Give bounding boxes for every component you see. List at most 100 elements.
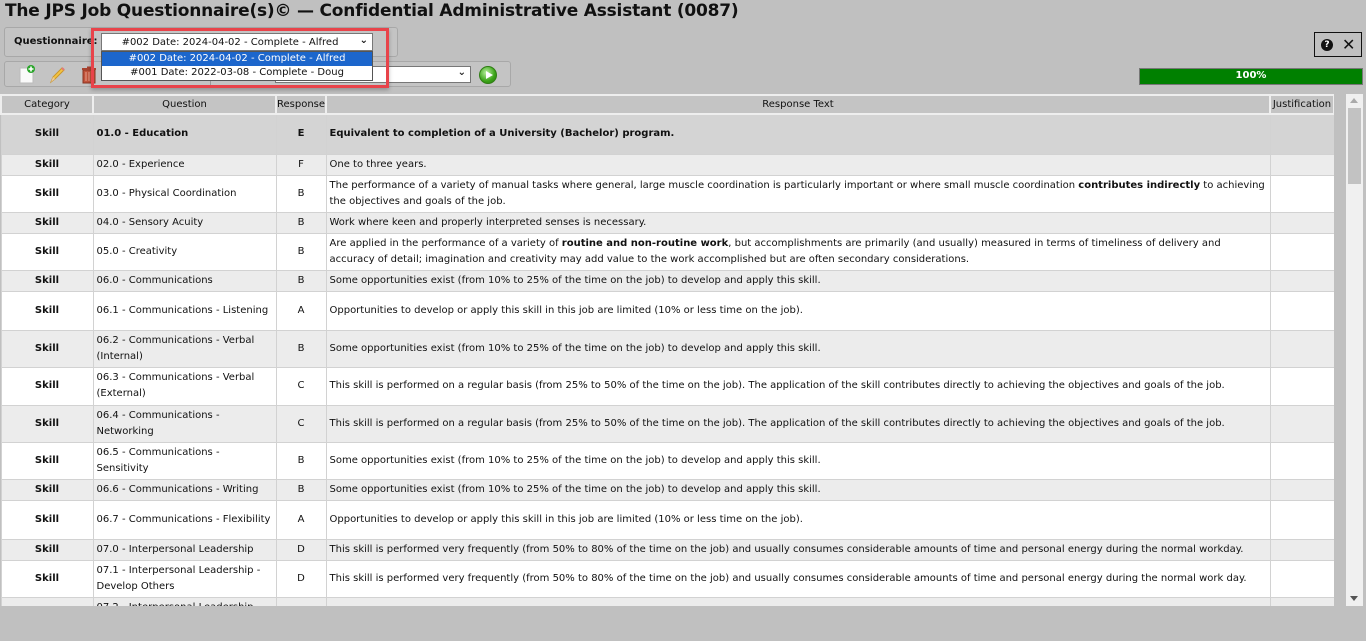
new-document-icon[interactable] — [17, 65, 37, 85]
table-row[interactable]: Skill07.2 - Interpersonal Leadership - W… — [0, 596, 1334, 606]
category-cell: Skill — [0, 232, 94, 271]
question-cell: 06.3 - Communications - Verbal (External… — [92, 366, 277, 406]
response-cell: B — [275, 174, 327, 213]
text-segment: Are applied in the performance of a vari… — [329, 237, 562, 249]
scroll-down-arrow-icon[interactable] — [1350, 596, 1358, 601]
table-row[interactable]: Skill 03.0 - Physical Coordination B The pe… — [0, 174, 1334, 213]
table-row[interactable]: Skill 06.0 - Communications B Some opportun… — [0, 269, 1334, 292]
category-cell: Skill — [0, 153, 94, 176]
response-text-cell: Some opportunities exist (from 10% to 25… — [325, 329, 1271, 368]
question-cell: 07.1 - Interpersonal Leadership - Develo… — [92, 559, 277, 598]
questionnaire-select[interactable]: #002 Date: 2024-04-02 - Complete - Alfre… — [101, 33, 373, 51]
question-cell: 06.7 - Communications - Flexibility — [92, 499, 277, 540]
response-cell: B — [275, 232, 327, 271]
questionnaire-table: Category Question Response Response Text… — [0, 94, 1334, 606]
help-icon[interactable]: ? — [1321, 39, 1333, 51]
response-text-cell: Opportunities to develop or apply this s… — [325, 290, 1271, 331]
edit-pencil-icon[interactable] — [47, 65, 67, 85]
close-icon[interactable]: ✕ — [1342, 35, 1355, 54]
column-header-category[interactable]: Category — [0, 94, 94, 115]
justification-cell — [1269, 211, 1334, 234]
progress-bar: 100% — [1139, 68, 1363, 85]
page-title: The JPS Job Questionnaire(s)© — Confiden… — [5, 1, 739, 21]
question-cell: 06.2 - Communications - Verbal (Internal… — [92, 329, 277, 368]
questionnaire-label: Questionnaire: — [14, 36, 98, 47]
column-header-response-text[interactable]: Response Text — [325, 94, 1271, 115]
table-row[interactable]: Skill 06.2 - Communications - Verbal (Int… — [0, 329, 1334, 368]
category-cell: Skill — [0, 329, 94, 368]
category-cell: Skill — [0, 478, 94, 501]
delete-trash-icon[interactable] — [79, 65, 99, 85]
response-text-cell: This skill is performed very frequently … — [325, 559, 1271, 598]
response-cell: C — [275, 404, 327, 443]
text-segment: The performance of a variety of manual t… — [329, 179, 1079, 191]
category-cell: Skill — [0, 499, 94, 540]
questionnaire-option[interactable]: #002 Date: 2024-04-02 - Complete - Alfre… — [102, 52, 372, 66]
chevron-down-icon: ⌄ — [359, 35, 368, 46]
emphasis-text: routine and non-routine work — [561, 237, 729, 249]
response-cell: A — [275, 499, 327, 540]
response-text-cell: This skill is performed very frequently … — [325, 596, 1271, 606]
justification-cell — [1269, 538, 1334, 561]
table-row[interactable]: Skill 06.1 - Communications - Listening A O… — [0, 290, 1334, 331]
table-row[interactable]: Skill 06.7 - Communications - Flexibility… — [0, 499, 1334, 540]
response-cell: F — [275, 153, 327, 176]
question-cell: 07.2 - Interpersonal Leadership - Withou… — [92, 596, 277, 606]
response-text-cell: This skill is performed very frequently … — [325, 538, 1271, 561]
go-play-button[interactable] — [479, 66, 497, 84]
questionnaire-table-container: Category Question Response Response Text… — [0, 94, 1334, 606]
response-cell: D — [275, 538, 327, 561]
question-cell: 06.1 - Communications - Listening — [92, 290, 277, 331]
questionnaire-dropdown-list: #002 Date: 2024-04-02 - Complete - Alfre… — [101, 51, 373, 81]
table-row[interactable]: Skill 06.6 - Communications - Writing B Som… — [0, 478, 1334, 501]
response-cell: D — [275, 559, 327, 598]
table-row[interactable]: Skill 06.3 - Communications - Verbal (Ext… — [0, 366, 1334, 406]
justification-cell — [1269, 441, 1334, 480]
table-row[interactable]: Skill 05.0 - Creativity B Are applied in th… — [0, 232, 1334, 271]
table-row[interactable]: Skill 06.4 - Communications - Networking C… — [0, 404, 1334, 443]
category-cell: Skill — [0, 269, 94, 292]
category-cell: Skill — [0, 113, 94, 155]
justification-cell — [1269, 290, 1334, 331]
response-cell: B — [275, 329, 327, 368]
response-text-cell: Some opportunities exist (from 10% to 25… — [325, 478, 1271, 501]
questionnaire-option[interactable]: #001 Date: 2022-03-08 - Complete - Doug — [102, 66, 372, 80]
column-header-justification[interactable]: Justification — [1269, 94, 1334, 115]
category-cell: Skill — [0, 211, 94, 234]
table-row[interactable]: Skill 07.1 - Interpersonal Leadership - D… — [0, 559, 1334, 598]
progress-label: 100% — [1235, 70, 1267, 81]
justification-cell — [1269, 366, 1334, 406]
column-header-question[interactable]: Question — [92, 94, 277, 115]
response-text-cell: Work where keen and properly interpreted… — [325, 211, 1271, 234]
response-cell: B — [275, 478, 327, 501]
category-cell: Skill — [0, 441, 94, 480]
response-cell: C — [275, 366, 327, 406]
column-header-response[interactable]: Response — [275, 94, 327, 115]
response-cell: B — [275, 269, 327, 292]
category-cell: Skill — [0, 174, 94, 213]
justification-cell — [1269, 404, 1334, 443]
justification-cell — [1269, 113, 1334, 155]
table-row[interactable]: Skill 04.0 - Sensory Acuity B Work where ke… — [0, 211, 1334, 234]
response-cell: E — [275, 113, 327, 155]
scroll-up-arrow-icon[interactable] — [1350, 98, 1358, 103]
response-text-cell: One to three years. — [325, 153, 1271, 176]
question-cell: 05.0 - Creativity — [92, 232, 277, 271]
table-row[interactable]: Skill 01.0 - Education E Equivalent to comp… — [0, 113, 1334, 155]
justification-cell — [1269, 559, 1334, 598]
justification-cell — [1269, 329, 1334, 368]
response-text-cell: The performance of a variety of manual t… — [325, 174, 1271, 213]
table-row[interactable]: Skill 07.0 - Interpersonal Leadership D Thi… — [0, 538, 1334, 561]
response-cell: A — [275, 290, 327, 331]
question-cell: 06.4 - Communications - Networking — [92, 404, 277, 443]
question-cell: 04.0 - Sensory Acuity — [92, 211, 277, 234]
vertical-scrollbar[interactable] — [1346, 94, 1363, 606]
table-row[interactable]: Skill 02.0 - Experience F One to three year… — [0, 153, 1334, 176]
question-cell: 06.5 - Communications - Sensitivity — [92, 441, 277, 480]
table-row[interactable]: Skill 06.5 - Communications - Sensitivity… — [0, 441, 1334, 480]
category-cell: Skill — [0, 538, 94, 561]
question-cell: 01.0 - Education — [92, 113, 277, 155]
scrollbar-thumb[interactable] — [1348, 108, 1361, 184]
chevron-down-icon: ⌄ — [457, 67, 466, 78]
category-cell: Skill — [0, 596, 94, 606]
